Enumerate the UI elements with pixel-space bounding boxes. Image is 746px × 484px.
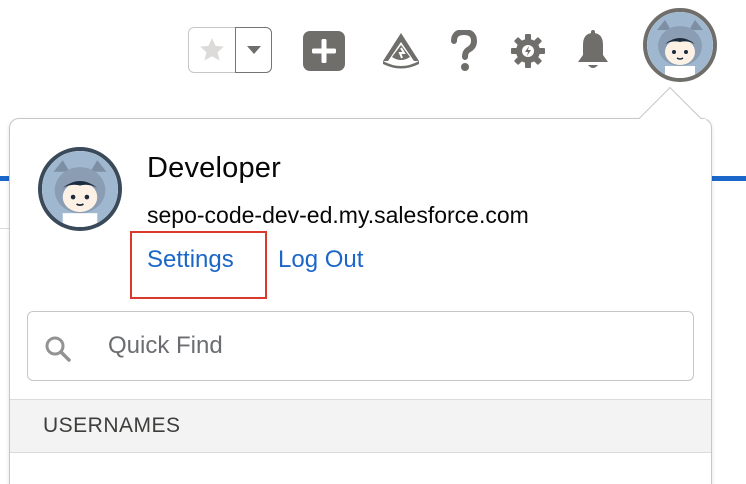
astro-avatar-icon [42, 151, 118, 227]
usernames-section-header: USERNAMES [10, 399, 711, 453]
search-icon [45, 336, 71, 362]
global-actions-button[interactable] [303, 31, 345, 71]
settings-link[interactable]: Settings [147, 246, 234, 274]
gear-icon [511, 34, 545, 68]
quick-find-field [27, 311, 694, 381]
favorites-button[interactable] [188, 27, 236, 73]
astro-avatar-icon [647, 12, 713, 78]
logout-link[interactable]: Log Out [278, 246, 363, 274]
profile-avatar [38, 147, 122, 231]
trailhead-icon [383, 33, 419, 69]
bell-icon [578, 30, 608, 68]
favorites-menu-button[interactable] [235, 27, 272, 73]
chevron-down-icon [246, 46, 261, 54]
notifications-button[interactable] [572, 28, 614, 74]
popover-nubbin-cover [636, 119, 706, 129]
page: Developer sepo-code-dev-ed.my.salesforce… [0, 0, 746, 484]
help-button[interactable] [446, 28, 482, 74]
profile-domain: sepo-code-dev-ed.my.salesforce.com [147, 202, 529, 228]
quick-find-input[interactable] [108, 324, 668, 368]
setup-button[interactable] [508, 30, 548, 72]
trailhead-button[interactable] [380, 30, 422, 72]
usernames-label: USERNAMES [43, 414, 181, 437]
plus-icon [312, 39, 336, 63]
favorites-group [188, 27, 272, 73]
star-icon [200, 38, 224, 61]
question-icon [451, 30, 478, 71]
profile-name: Developer [147, 152, 281, 184]
user-profile-button[interactable] [643, 8, 717, 82]
